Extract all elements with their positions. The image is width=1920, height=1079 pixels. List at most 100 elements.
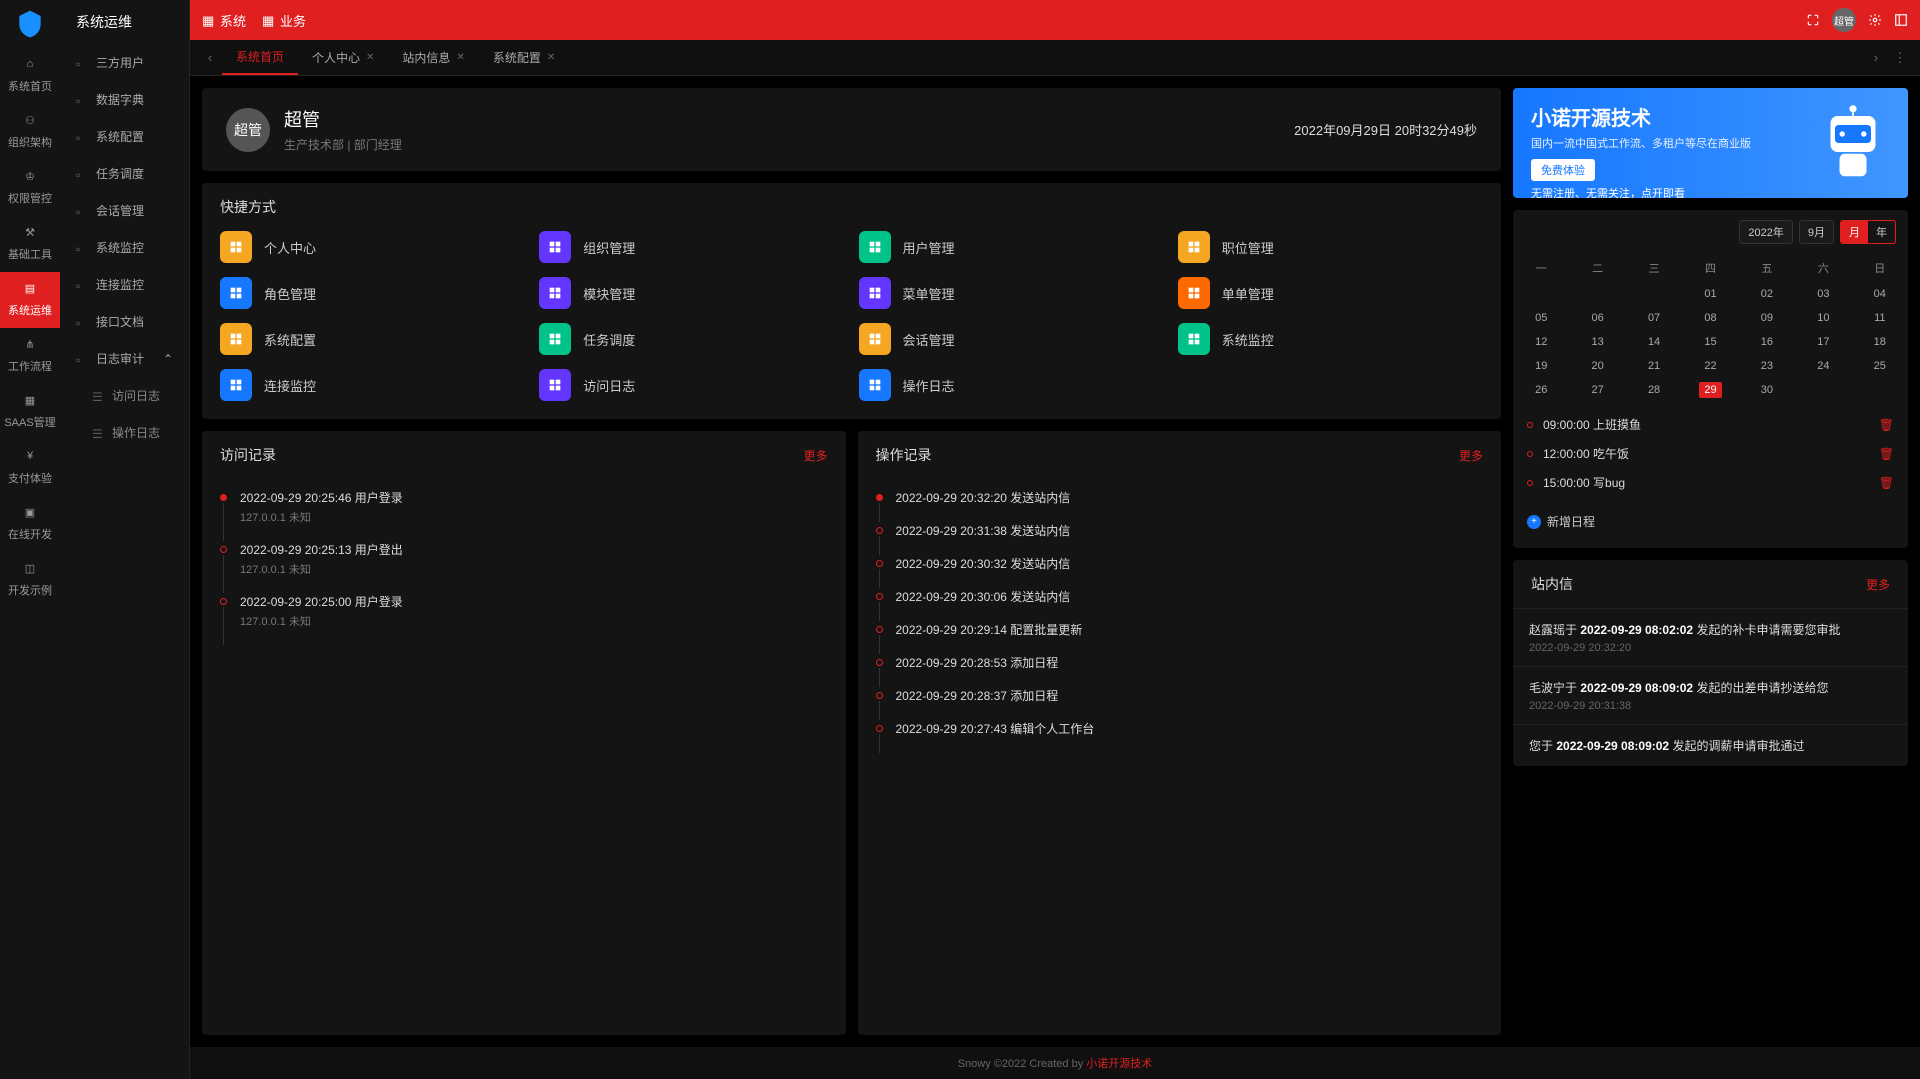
cal-day[interactable]: 02 [1739,282,1795,306]
menu-三方用户[interactable]: ▫三方用户 [60,44,189,81]
cal-day[interactable]: 12 [1513,330,1569,354]
promo-banner[interactable]: 小诺开源技术 国内一流中国式工作流、多租户等尽在商业版 免费体验 无需注册、无需… [1513,88,1908,198]
cal-day[interactable]: 29 [1682,378,1738,402]
inbox-item[interactable]: 您于 2022-09-29 08:09:02 发起的调薪申请审批通过 [1513,724,1908,766]
nav-基础工具[interactable]: ⚒基础工具 [0,216,60,272]
cal-day[interactable]: 18 [1852,330,1908,354]
calendar-view-year[interactable]: 年 [1868,221,1895,243]
cal-day[interactable]: 10 [1795,306,1851,330]
cal-day[interactable]: 11 [1852,306,1908,330]
calendar-month-select[interactable]: 9月 [1799,220,1834,244]
shortcut-操作日志[interactable]: 操作日志 [859,369,1164,401]
shortcut-访问日志[interactable]: 访问日志 [539,369,844,401]
menu-会话管理[interactable]: ▫会话管理 [60,192,189,229]
delete-icon[interactable]: 🗑 [1879,476,1894,490]
tab-prev-icon[interactable]: ‹ [198,46,222,70]
cal-day[interactable]: 25 [1852,354,1908,378]
cal-day[interactable]: 20 [1569,354,1625,378]
nav-支付体验[interactable]: ¥支付体验 [0,440,60,496]
shortcut-连接监控[interactable]: 连接监控 [220,369,525,401]
menu-接口文档[interactable]: ▫接口文档 [60,303,189,340]
calendar-view-month[interactable]: 月 [1841,221,1868,243]
shortcut-会话管理[interactable]: 会话管理 [859,323,1164,355]
nav-在线开发[interactable]: ▣在线开发 [0,496,60,552]
settings-icon[interactable] [1868,13,1882,27]
inbox-item[interactable]: 毛波宁于 2022-09-29 08:09:02 发起的出差申请抄送给您2022… [1513,666,1908,724]
cal-day[interactable]: 26 [1513,378,1569,402]
cal-day[interactable]: 30 [1739,378,1795,402]
menu-连接监控[interactable]: ▫连接监控 [60,266,189,303]
tab-个人中心[interactable]: 个人中心✕ [298,40,388,75]
cal-day[interactable]: 01 [1682,282,1738,306]
shortcut-菜单管理[interactable]: 菜单管理 [859,277,1164,309]
topbar-业务[interactable]: ▦业务 [262,11,306,30]
cal-day[interactable]: 05 [1513,306,1569,330]
close-icon[interactable]: ✕ [366,52,374,63]
shortcut-任务调度[interactable]: 任务调度 [539,323,844,355]
cal-day[interactable]: 14 [1626,330,1682,354]
menu-任务调度[interactable]: ▫任务调度 [60,155,189,192]
delete-icon[interactable]: 🗑 [1879,418,1894,432]
cal-day[interactable]: 04 [1852,282,1908,306]
tab-站内信息[interactable]: 站内信息✕ [388,40,478,75]
inbox-item[interactable]: 赵露瑶于 2022-09-29 08:02:02 发起的补卡申请需要您审批202… [1513,608,1908,666]
shortcut-角色管理[interactable]: 角色管理 [220,277,525,309]
cal-day[interactable]: 17 [1795,330,1851,354]
nav-SAAS管理[interactable]: ▦SAAS管理 [0,384,60,440]
shortcut-模块管理[interactable]: 模块管理 [539,277,844,309]
shortcut-职位管理[interactable]: 职位管理 [1178,231,1483,263]
submenu-访问日志[interactable]: ☰访问日志 [60,377,189,414]
fullscreen-icon[interactable] [1806,13,1820,27]
cal-day[interactable]: 08 [1682,306,1738,330]
footer-link[interactable]: 小诺开源技术 [1086,1058,1152,1070]
topbar-系统[interactable]: ▦系统 [202,11,246,30]
op-log-more[interactable]: 更多 [1459,447,1483,464]
cal-day[interactable]: 28 [1626,378,1682,402]
cal-day[interactable]: 03 [1795,282,1851,306]
cal-day[interactable]: 27 [1569,378,1625,402]
menu-数据字典[interactable]: ▫数据字典 [60,81,189,118]
tab-dropdown-icon[interactable]: ⋮ [1888,46,1912,70]
nav-工作流程[interactable]: ⋔工作流程 [0,328,60,384]
cal-day[interactable]: 24 [1795,354,1851,378]
nav-系统首页[interactable]: ⌂系统首页 [0,48,60,104]
sidebar-primary: ⌂系统首页⚇组织架构♔权限管控⚒基础工具▤系统运维⋔工作流程▦SAAS管理¥支付… [0,0,60,1079]
cal-day[interactable]: 21 [1626,354,1682,378]
banner-cta-button[interactable]: 免费体验 [1531,159,1595,181]
access-log-more[interactable]: 更多 [803,447,827,464]
inbox-more[interactable]: 更多 [1866,576,1890,593]
close-icon[interactable]: ✕ [456,52,464,63]
cal-day[interactable]: 16 [1739,330,1795,354]
cal-day[interactable]: 13 [1569,330,1625,354]
tab-next-icon[interactable]: › [1864,46,1888,70]
nav-系统运维[interactable]: ▤系统运维 [0,272,60,328]
shortcut-组织管理[interactable]: 组织管理 [539,231,844,263]
shortcut-系统监控[interactable]: 系统监控 [1178,323,1483,355]
shortcut-单单管理[interactable]: 单单管理 [1178,277,1483,309]
cal-day[interactable]: 22 [1682,354,1738,378]
menu-日志审计[interactable]: ▫日志审计⌃ [60,340,189,377]
user-avatar-badge[interactable]: 超管 [1832,8,1856,32]
cal-day[interactable]: 06 [1569,306,1625,330]
nav-开发示例[interactable]: ◫开发示例 [0,552,60,608]
shortcut-系统配置[interactable]: 系统配置 [220,323,525,355]
tab-系统配置[interactable]: 系统配置✕ [479,40,569,75]
delete-icon[interactable]: 🗑 [1879,447,1894,461]
close-icon[interactable]: ✕ [547,52,555,63]
cal-day[interactable]: 09 [1739,306,1795,330]
cal-day[interactable]: 15 [1682,330,1738,354]
menu-系统配置[interactable]: ▫系统配置 [60,118,189,155]
cal-day[interactable]: 19 [1513,354,1569,378]
shortcut-用户管理[interactable]: 用户管理 [859,231,1164,263]
tab-系统首页[interactable]: 系统首页 [222,40,298,75]
menu-系统监控[interactable]: ▫系统监控 [60,229,189,266]
nav-权限管控[interactable]: ♔权限管控 [0,160,60,216]
layout-icon[interactable] [1894,13,1908,27]
cal-day[interactable]: 07 [1626,306,1682,330]
add-event-button[interactable]: + 新增日程 [1513,505,1908,538]
calendar-year-select[interactable]: 2022年 [1739,220,1792,244]
submenu-操作日志[interactable]: ☰操作日志 [60,414,189,451]
shortcut-个人中心[interactable]: 个人中心 [220,231,525,263]
nav-组织架构[interactable]: ⚇组织架构 [0,104,60,160]
cal-day[interactable]: 23 [1739,354,1795,378]
